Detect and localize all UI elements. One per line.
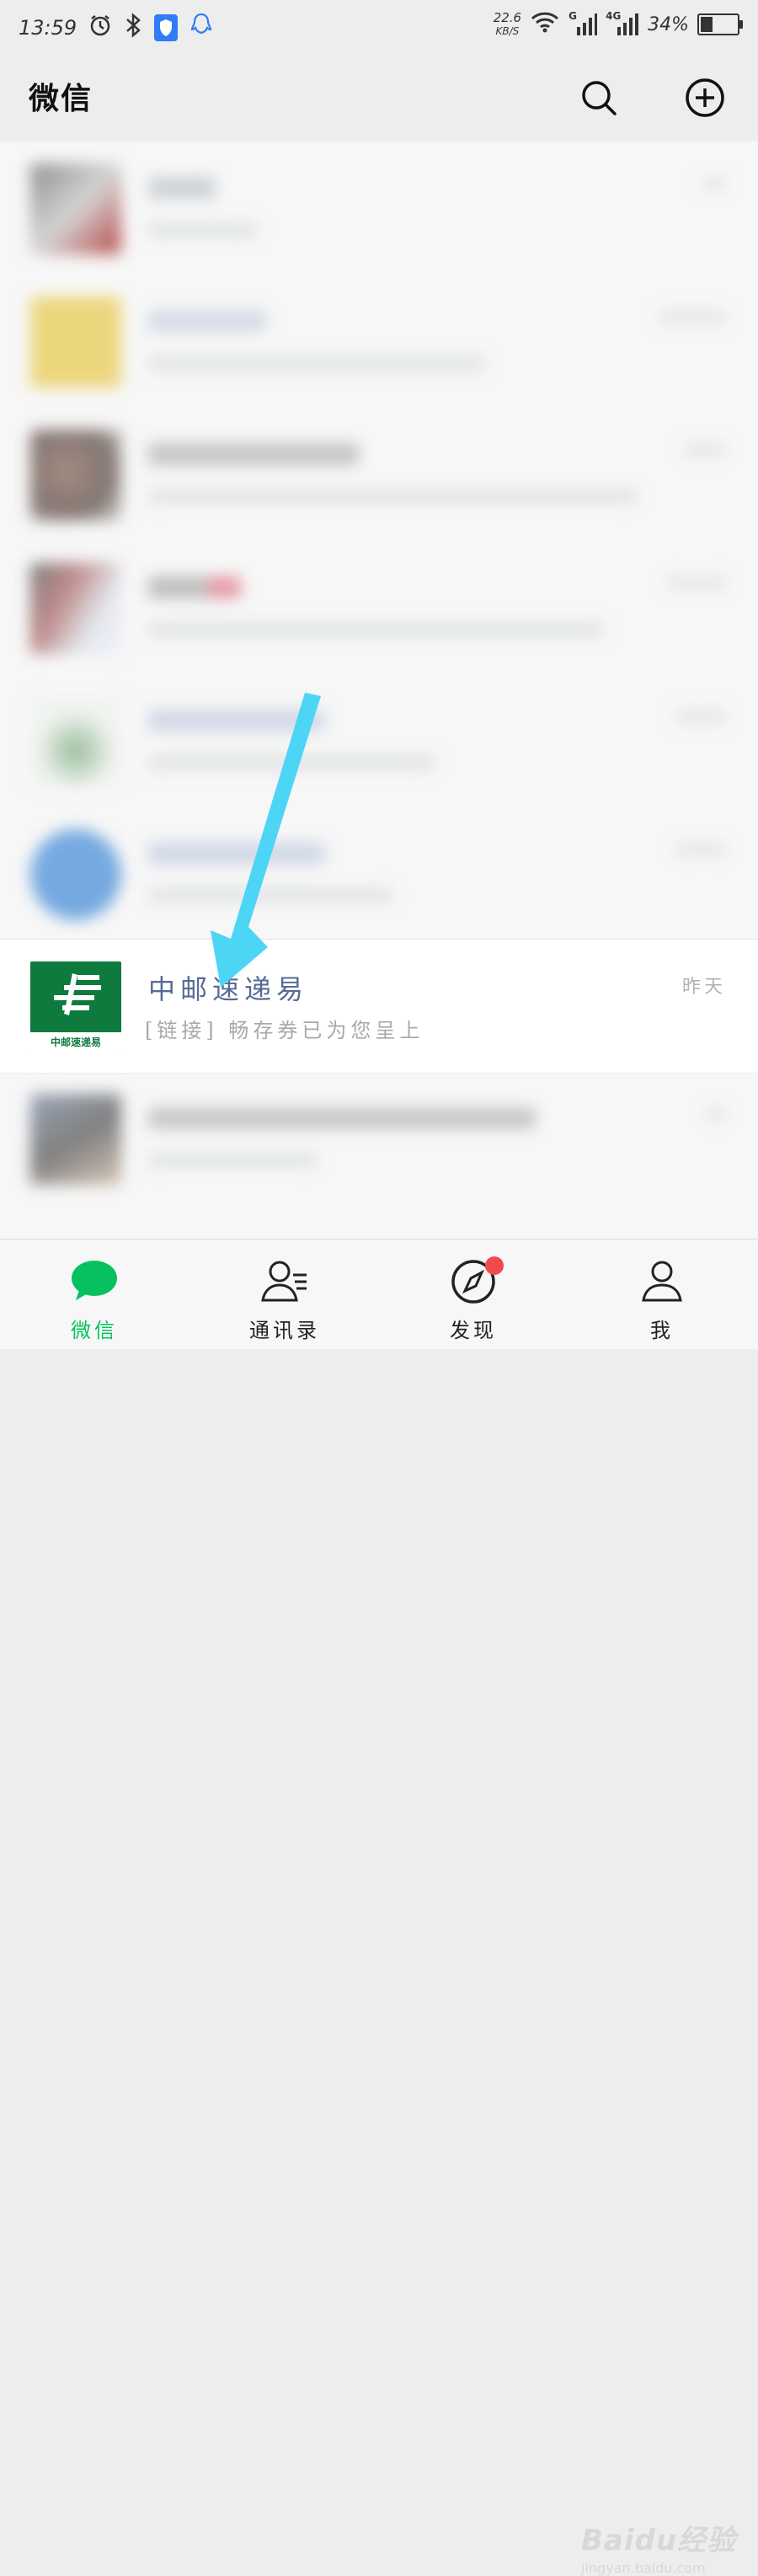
chat-list: 中邮速递易 中邮速递易 [链接] 畅存券已为您呈上 昨天 bbox=[0, 142, 758, 1239]
tab-label: 通讯录 bbox=[249, 1319, 320, 1342]
status-right: 22.6 KB/S G 4G 34% bbox=[494, 10, 743, 39]
battery-percent: 34% bbox=[648, 13, 689, 35]
page-title: 微信 bbox=[29, 82, 93, 116]
message-placeholder bbox=[148, 755, 435, 770]
chat-item-blurred[interactable] bbox=[0, 142, 758, 275]
avatar bbox=[30, 696, 121, 787]
tab-contacts[interactable]: 通讯录 bbox=[217, 1240, 352, 1349]
chat-time: 昨天 bbox=[681, 977, 726, 998]
contacts-icon bbox=[261, 1261, 307, 1302]
watermark-url: jingyan.baidu.com bbox=[581, 2560, 706, 2576]
avatar bbox=[30, 829, 121, 920]
chat-item-blurred[interactable] bbox=[0, 1072, 758, 1205]
message-placeholder bbox=[148, 1153, 317, 1168]
watermark: Baidu经验 jingyan.baidu.com bbox=[581, 2517, 741, 2576]
tab-bar: 微信 通讯录 发现 我 Baidu经验 jingyan.baidu.com bbox=[0, 1239, 758, 2576]
avatar bbox=[30, 297, 121, 388]
watermark-brand: Baidu经验 bbox=[581, 2524, 737, 2557]
avatar bbox=[30, 563, 121, 654]
plus-circle-icon bbox=[686, 78, 724, 117]
tab-label: 微信 bbox=[71, 1319, 118, 1342]
app-header: 微信 bbox=[0, 54, 758, 142]
status-bar: 13:59 22.6 KB/S G 4G 34% bbox=[0, 0, 758, 54]
bluetooth-icon bbox=[124, 13, 142, 43]
name-placeholder bbox=[148, 1107, 536, 1129]
shield-icon bbox=[154, 14, 179, 41]
chat-item-china-post[interactable]: 中邮速递易 中邮速递易 [链接] 畅存券已为您呈上 昨天 bbox=[0, 939, 758, 1074]
message-placeholder bbox=[148, 222, 258, 238]
name-placeholder bbox=[148, 443, 359, 465]
time-placeholder bbox=[675, 710, 726, 723]
message-placeholder bbox=[148, 888, 392, 903]
alarm-icon bbox=[88, 13, 112, 42]
time-placeholder bbox=[684, 443, 726, 457]
signal-icon-2: 4G bbox=[606, 10, 639, 37]
notification-dot bbox=[485, 1256, 504, 1275]
battery-level bbox=[701, 17, 713, 32]
time-placeholder bbox=[667, 576, 726, 590]
chat-item-blurred[interactable] bbox=[0, 408, 758, 541]
chat-item-blurred[interactable] bbox=[0, 541, 758, 674]
message-placeholder bbox=[148, 489, 637, 504]
name-placeholder bbox=[148, 177, 216, 199]
name-placeholder bbox=[148, 710, 325, 731]
speed-value: 22.6 bbox=[493, 10, 522, 25]
chat-last-message: [链接] 畅存券已为您呈上 bbox=[145, 1019, 424, 1042]
chat-name: 中邮速递易 bbox=[148, 973, 309, 1005]
time-placeholder bbox=[675, 843, 726, 856]
battery-icon bbox=[697, 13, 743, 35]
signal-icon-1: G bbox=[568, 10, 598, 37]
person-icon bbox=[642, 1261, 682, 1302]
chat-bubble-icon bbox=[72, 1261, 117, 1300]
tab-label: 我 bbox=[650, 1319, 674, 1342]
time-placeholder bbox=[706, 1107, 726, 1121]
status-left: 13:59 bbox=[19, 12, 213, 44]
tab-chats[interactable]: 微信 bbox=[27, 1240, 162, 1349]
search-icon bbox=[582, 81, 617, 115]
qq-icon bbox=[190, 12, 213, 44]
avatar bbox=[30, 1094, 121, 1185]
tab-label: 发现 bbox=[450, 1319, 497, 1342]
message-placeholder bbox=[148, 622, 603, 637]
search-button[interactable] bbox=[576, 75, 622, 120]
discover-icon-wrap bbox=[448, 1256, 504, 1305]
message-placeholder bbox=[148, 356, 485, 371]
chat-item-blurred[interactable] bbox=[0, 275, 758, 408]
time-placeholder bbox=[659, 310, 726, 324]
add-button[interactable] bbox=[682, 75, 728, 120]
avatar bbox=[30, 163, 121, 254]
tab-discover[interactable]: 发现 bbox=[406, 1240, 541, 1349]
tab-me[interactable]: 我 bbox=[595, 1240, 729, 1349]
china-post-emblem-icon bbox=[54, 973, 101, 1015]
status-time: 13:59 bbox=[19, 16, 77, 40]
china-post-logo: 中邮速递易 bbox=[30, 961, 121, 1052]
logo-text: 中邮速递易 bbox=[30, 1032, 121, 1052]
name-placeholder bbox=[148, 310, 266, 332]
name-placeholder bbox=[148, 576, 241, 598]
speed-unit: KB/S bbox=[495, 25, 520, 37]
time-placeholder bbox=[702, 177, 726, 190]
chat-item-blurred[interactable] bbox=[0, 807, 758, 940]
network-speed: 22.6 KB/S bbox=[494, 11, 521, 38]
chat-item-blurred[interactable] bbox=[0, 674, 758, 807]
name-placeholder bbox=[148, 843, 325, 865]
avatar bbox=[30, 430, 121, 521]
wifi-icon bbox=[530, 10, 560, 39]
